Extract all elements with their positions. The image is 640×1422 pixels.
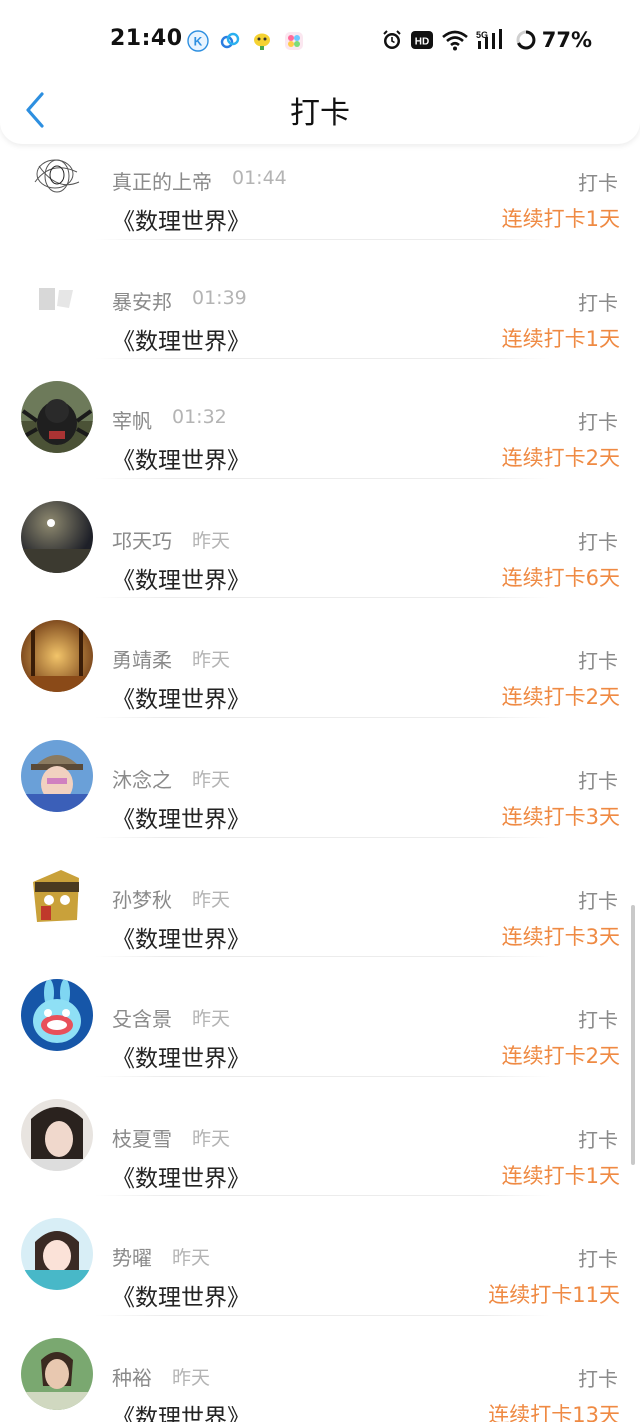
avatar[interactable] — [21, 261, 93, 334]
checkin-row[interactable]: 殳含景 昨天《数理世界》 打卡连续打卡2天 — [0, 957, 640, 1077]
avatar[interactable] — [21, 739, 93, 812]
checkin-time: 昨天 — [192, 1008, 231, 1031]
signal-5g-icon: 5G — [476, 29, 502, 49]
k-app-icon: K — [187, 30, 209, 52]
wifi-icon — [441, 30, 468, 51]
user-name[interactable]: 势曜 — [112, 1242, 152, 1271]
svg-text:HD: HD — [415, 37, 429, 48]
notification-icons: K — [187, 30, 305, 52]
scrollbar[interactable] — [631, 905, 635, 1165]
streak-label: 连续打卡1天 — [501, 326, 620, 351]
status-bar: 21:40 K HD 5G 77% — [0, 22, 640, 62]
checkin-label: 打卡 — [578, 171, 618, 195]
cloud-link-icon — [220, 32, 240, 49]
user-name[interactable]: 沐念之 — [112, 764, 172, 793]
page-title: 打卡 — [290, 96, 350, 131]
checkin-row[interactable]: 邛天巧 昨天《数理世界》 打卡连续打卡6天 — [0, 479, 640, 599]
checkin-time: 昨天 — [192, 768, 231, 791]
checkin-label: 打卡 — [578, 1366, 618, 1391]
checkin-time: 昨天 — [172, 1247, 211, 1270]
checkin-row[interactable]: 勇靖柔 昨天《数理世界》 打卡连续打卡2天 — [0, 598, 640, 718]
book-title[interactable]: 《数理世界》 — [112, 322, 250, 356]
checkin-label: 打卡 — [578, 649, 618, 674]
checkin-time: 01:39 — [192, 286, 247, 309]
battery-ring-icon — [516, 30, 536, 50]
checkin-time: 昨天 — [172, 1366, 211, 1389]
book-title[interactable]: 《数理世界》 — [112, 1398, 250, 1422]
checkin-label: 打卡 — [578, 410, 618, 435]
battery-percent: 77% — [541, 28, 592, 52]
svg-text:K: K — [194, 35, 203, 49]
user-name[interactable]: 孙梦秋 — [112, 884, 172, 913]
checkin-row[interactable]: 沐念之 昨天《数理世界》 打卡连续打卡3天 — [0, 718, 640, 838]
checkin-row[interactable]: 宰帆 01:32 《数理世界》 打卡连续打卡2天 — [0, 359, 640, 479]
book-title[interactable]: 《数理世界》 — [112, 1278, 250, 1312]
avatar[interactable] — [21, 620, 93, 693]
checkin-row[interactable]: 暴安邦 01:39 《数理世界》 打卡连续打卡1天 — [0, 240, 640, 360]
checkin-row[interactable]: 种裕 昨天《数理世界》 打卡连续打卡13天 — [0, 1316, 640, 1422]
user-name[interactable]: 真正的上帝 — [112, 166, 212, 195]
avatar[interactable] — [21, 381, 93, 454]
checkin-time: 01:44 — [232, 167, 287, 189]
streak-label: 连续打卡2天 — [501, 446, 620, 471]
book-title[interactable]: 《数理世界》 — [112, 1039, 250, 1073]
hd-icon: HD — [410, 31, 433, 49]
book-title[interactable]: 《数理世界》 — [112, 561, 250, 595]
streak-label: 连续打卡2天 — [501, 685, 620, 710]
user-name[interactable]: 种裕 — [112, 1362, 152, 1391]
checkin-row[interactable]: 孙梦秋 昨天《数理世界》 打卡连续打卡3天 — [0, 838, 640, 958]
streak-label: 连续打卡11天 — [488, 1283, 620, 1308]
checkin-label: 打卡 — [578, 1127, 618, 1152]
alarm-icon — [383, 30, 401, 49]
checkin-time: 昨天 — [192, 649, 231, 672]
streak-label: 连续打卡6天 — [501, 565, 620, 590]
checkin-row[interactable]: 势曜 昨天《数理世界》 打卡连续打卡11天 — [0, 1196, 640, 1316]
avatar[interactable] — [21, 1218, 93, 1291]
colorful-app-icon — [285, 32, 303, 50]
avatar[interactable] — [21, 142, 93, 214]
avatar[interactable] — [21, 500, 93, 573]
system-icons: HD 5G 77% — [381, 28, 592, 52]
avatar[interactable] — [21, 1098, 93, 1171]
status-time: 21:40 — [110, 26, 183, 51]
streak-label: 连续打卡3天 — [501, 804, 620, 829]
checkin-label: 打卡 — [578, 768, 618, 793]
streak-label: 连续打卡13天 — [488, 1402, 620, 1422]
book-title[interactable]: 《数理世界》 — [112, 920, 250, 954]
checkin-label: 打卡 — [578, 1247, 618, 1272]
user-name[interactable]: 勇靖柔 — [112, 644, 172, 673]
user-name[interactable]: 暴安邦 — [112, 286, 172, 315]
checkin-time: 01:32 — [172, 406, 227, 429]
checkin-time: 昨天 — [192, 888, 231, 911]
user-name[interactable]: 宰帆 — [112, 405, 152, 434]
book-title[interactable]: 《数理世界》 — [112, 800, 250, 834]
checkin-label: 打卡 — [578, 290, 618, 315]
book-title[interactable]: 《数理世界》 — [112, 441, 250, 475]
avatar[interactable] — [21, 1337, 93, 1410]
book-title[interactable]: 《数理世界》 — [112, 680, 250, 714]
streak-label: 连续打卡2天 — [501, 1044, 620, 1069]
app-header: 21:40 K HD 5G 77% 打卡 — [0, 0, 640, 144]
chat-bird-icon — [254, 33, 270, 50]
checkin-row[interactable]: 枝夏雪 昨天《数理世界》 打卡连续打卡1天 — [0, 1077, 640, 1197]
streak-label: 连续打卡1天 — [501, 1163, 620, 1188]
checkin-label: 打卡 — [578, 1008, 618, 1033]
checkin-label: 打卡 — [578, 888, 618, 913]
avatar[interactable] — [21, 859, 93, 932]
user-name[interactable]: 枝夏雪 — [112, 1123, 172, 1152]
streak-label: 连续打卡3天 — [501, 924, 620, 949]
book-title[interactable]: 《数理世界》 — [112, 202, 250, 236]
avatar[interactable] — [21, 979, 93, 1052]
checkin-list: 真正的上帝 01:44 《数理世界》 打卡 连续打卡1天 暴安邦 01:39 《数理世界》 打卡… — [0, 120, 640, 1422]
nav-bar: 打卡 — [0, 78, 640, 140]
book-title[interactable]: 《数理世界》 — [112, 1159, 250, 1193]
checkin-time: 昨天 — [192, 529, 231, 552]
streak-label: 连续打卡1天 — [501, 207, 620, 231]
checkin-label: 打卡 — [578, 529, 618, 554]
checkin-time: 昨天 — [192, 1127, 231, 1150]
user-name[interactable]: 邛天巧 — [112, 525, 172, 554]
user-name[interactable]: 殳含景 — [112, 1003, 172, 1032]
